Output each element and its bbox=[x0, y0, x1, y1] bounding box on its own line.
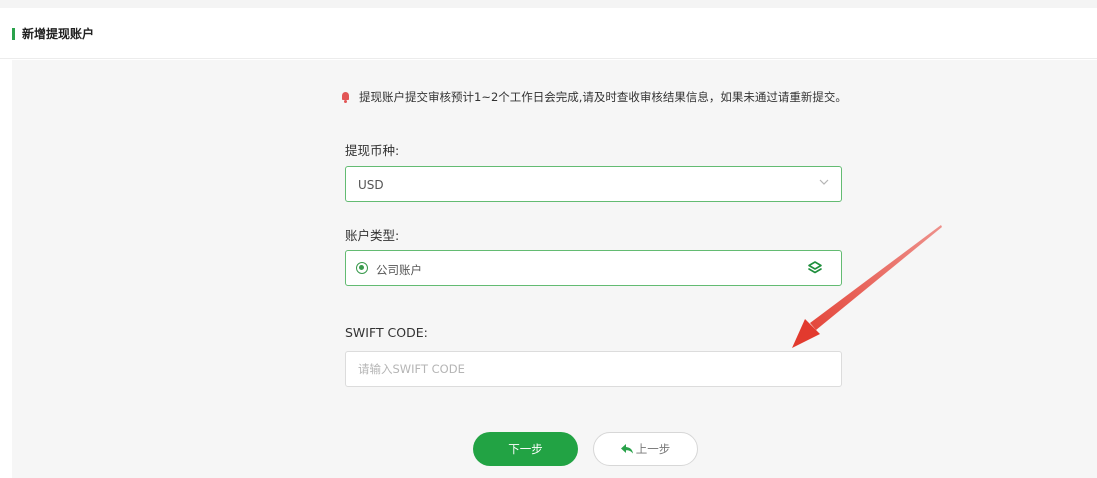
previous-step-label: 上一步 bbox=[635, 442, 671, 456]
swift-field bbox=[345, 351, 842, 387]
next-step-button[interactable]: 下一步 bbox=[473, 432, 578, 466]
radio-selected[interactable] bbox=[356, 262, 368, 274]
bell-icon bbox=[341, 91, 350, 103]
back-arrow-icon bbox=[620, 444, 633, 454]
previous-step-button[interactable]: 上一步 bbox=[593, 432, 698, 466]
account-type-field[interactable]: 公司账户 bbox=[345, 250, 842, 286]
account-type-label: 账户类型: bbox=[345, 228, 400, 243]
swift-code-input[interactable] bbox=[346, 352, 841, 386]
notice: 提现账户提交审核预计1~2个工作日会完成,请及时查收审核结果信息，如果未通过请重… bbox=[341, 89, 847, 105]
page-title: 新增提现账户 bbox=[22, 27, 95, 41]
layers-icon bbox=[808, 261, 822, 274]
header-accent-bar bbox=[12, 28, 15, 40]
currency-value: USD bbox=[358, 178, 384, 192]
currency-select[interactable]: USD bbox=[345, 166, 842, 202]
chevron-down-icon bbox=[819, 179, 829, 185]
top-strip bbox=[0, 0, 1097, 8]
swift-label: SWIFT CODE: bbox=[345, 325, 428, 340]
currency-label: 提现币种: bbox=[345, 143, 400, 158]
notice-text: 提现账户提交审核预计1~2个工作日会完成,请及时查收审核结果信息，如果未通过请重… bbox=[359, 90, 847, 104]
account-type-option: 公司账户 bbox=[376, 263, 422, 277]
page-header: 新增提现账户 bbox=[0, 8, 1097, 59]
